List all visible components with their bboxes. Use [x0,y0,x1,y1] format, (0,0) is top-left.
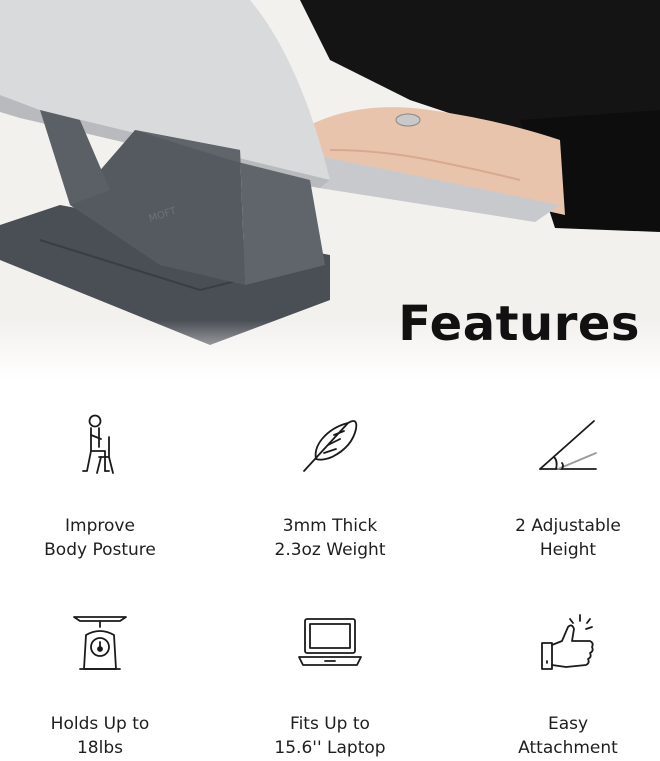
feature-capacity: Holds Up to 18lbs [0,608,200,760]
feature-attachment-line2: Attachment [518,738,618,758]
feature-thickness-line1: 3mm Thick [282,516,378,536]
feature-posture: Improve Body Posture [0,410,200,562]
feature-thickness-line2: 2.3oz Weight [274,540,386,560]
feature-height-line1: 2 Adjustable [515,516,621,536]
features-grid: Improve Body Posture 3mm Thick 2.3oz Wei… [0,380,660,761]
scale-icon [0,608,200,678]
feature-attachment-line1: Easy [547,714,589,734]
feature-thickness: 3mm Thick 2.3oz Weight [230,410,430,562]
thumbs-up-icon [468,608,660,678]
feature-posture-line1: Improve [65,516,135,536]
laptop-icon [230,608,430,678]
feature-laptop-size-line1: Fits Up to [290,714,370,734]
hero-photo: MOFT Features [0,0,660,380]
feather-icon [230,410,430,480]
feature-capacity-line2: 18lbs [76,738,123,758]
feature-capacity-line1: Holds Up to [50,714,150,734]
angle-icon [468,410,660,480]
features-heading: Features [398,296,640,352]
feature-laptop-size-line2: 15.6'' Laptop [274,738,386,758]
feature-laptop-size: Fits Up to 15.6'' Laptop [230,608,430,760]
feature-attachment: Easy Attachment [468,608,660,760]
feature-posture-line2: Body Posture [44,540,156,560]
feature-height: 2 Adjustable Height [468,410,660,562]
feature-height-line2: Height [539,540,597,560]
sitting-person-icon [0,410,200,480]
